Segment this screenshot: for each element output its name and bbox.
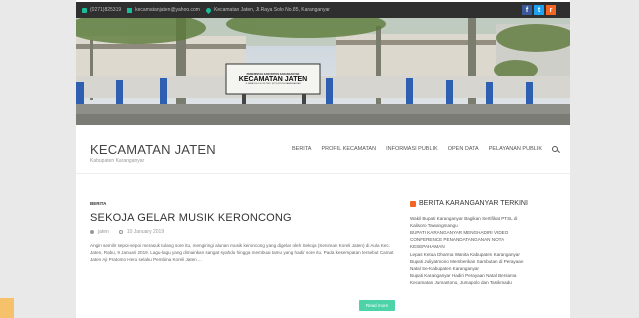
mail-icon: [127, 7, 133, 13]
email-info[interactable]: kecamatanjaten@yahoo.com: [127, 7, 200, 13]
map-pin-icon: [204, 6, 213, 14]
main-nav: BERITA PROFIL KECAMATAN INFORMASI PUBLIK…: [292, 146, 558, 152]
banner-sign: PEMERINTAH KABUPATEN KARANGANYAR KECAMAT…: [226, 64, 320, 94]
post-author[interactable]: jaten: [98, 229, 109, 235]
news-link[interactable]: Bupati Juliyatmono Memberikan Sambutan d…: [410, 258, 560, 265]
post-article: BERITA SEKOJA GELAR MUSIK KERONCONG jate…: [90, 201, 396, 263]
nav-item-informasi-publik[interactable]: INFORMASI PUBLIK: [386, 146, 438, 152]
read-more-button[interactable]: Read more: [359, 300, 395, 311]
news-link[interactable]: CONFERENCE PENANDATANGANAN NOTA: [410, 236, 560, 243]
nav-item-open-data[interactable]: OPEN DATA: [448, 146, 479, 152]
phone-text: (0271)825319: [90, 7, 122, 13]
news-link[interactable]: Natal Se-Kabupaten Karanganyar: [410, 265, 560, 272]
news-link[interactable]: BUPATI KARANGANYAR MENGHADIRI VIDEO: [410, 229, 560, 236]
post-category[interactable]: BERITA: [90, 201, 396, 206]
site-header: KECAMATAN JATEN Kabupaten Karanganyar BE…: [76, 126, 570, 174]
sign-line-3: Jl. RAYA SOLO NO.85 TELP. (0271) 825319 …: [245, 83, 301, 86]
news-link[interactable]: Kecamatan Jumantono, Jumapolo dan Tasikm…: [410, 279, 560, 286]
post-date: 10 January 2019: [126, 229, 165, 235]
website-page: (0271)825319 kecamatanjaten@yahoo.com Ke…: [76, 0, 570, 318]
site-brand[interactable]: KECAMATAN JATEN Kabupaten Karanganyar: [90, 142, 216, 164]
top-info-bar: (0271)825319 kecamatanjaten@yahoo.com Ke…: [76, 2, 570, 18]
news-link[interactable]: Bupati Karanganyar Hadiri Perayaan Natal…: [410, 272, 560, 279]
nav-item-berita[interactable]: BERITA: [292, 146, 311, 152]
email-text[interactable]: kecamatanjaten@yahoo.com: [135, 7, 200, 13]
post-meta: jaten 10 January 2019: [90, 229, 396, 235]
news-link[interactable]: Kalisoro Tawangmangu: [410, 222, 560, 229]
post-title[interactable]: SEKOJA GELAR MUSIK KERONCONG: [90, 212, 396, 224]
site-title[interactable]: KECAMATAN JATEN: [90, 142, 216, 157]
sidebar-title: BERITA KARANGANYAR TERKINI: [410, 200, 560, 207]
phone-info: (0271)825319: [82, 7, 121, 13]
nav-item-pelayanan-publik[interactable]: PELAYANAN PUBLIK: [489, 146, 542, 152]
sidebar-widget: BERITA KARANGANYAR TERKINI Wakil Bupati …: [410, 200, 560, 286]
nav-item-profil-kecamatan[interactable]: PROFIL KECAMATAN: [321, 146, 376, 152]
clock-icon: [118, 230, 123, 234]
twitter-icon[interactable]: t: [534, 5, 544, 15]
main-content: BERITA SEKOJA GELAR MUSIK KERONCONG jate…: [76, 175, 570, 318]
rss-icon[interactable]: r: [546, 5, 556, 15]
user-icon: [90, 230, 94, 234]
site-tagline: Kabupaten Karanganyar: [90, 158, 145, 164]
sidebar-title-text[interactable]: BERITA KARANGANYAR TERKINI: [419, 200, 528, 207]
facebook-icon[interactable]: f: [522, 5, 532, 15]
news-list: Wakil Bupati Karanganyar Bagikan Sertifi…: [410, 215, 560, 286]
rss-feed-icon: [410, 200, 416, 207]
news-link[interactable]: KESEPAHAMAN: [410, 243, 560, 250]
address-text: Kecamatan Jaten, Jl.Raya Solo No.85, Kar…: [213, 7, 330, 13]
social-links: f t r: [522, 5, 556, 15]
phone-icon: [82, 7, 87, 13]
search-icon[interactable]: [552, 146, 558, 152]
news-link[interactable]: Wakil Bupati Karanganyar Bagikan Sertifi…: [410, 215, 560, 222]
header-banner-image: PEMERINTAH KABUPATEN KARANGANYAR KECAMAT…: [76, 18, 570, 125]
floating-tab[interactable]: [0, 298, 14, 318]
address-info: Kecamatan Jaten, Jl.Raya Solo No.85, Kar…: [204, 6, 330, 14]
post-excerpt: Angin semilir sepoi-sepoi merasuk tulang…: [90, 243, 394, 263]
news-link[interactable]: Lepas Ketua Dharma Wanita Kabupaten Kara…: [410, 251, 560, 258]
banner-photo: [76, 18, 570, 125]
